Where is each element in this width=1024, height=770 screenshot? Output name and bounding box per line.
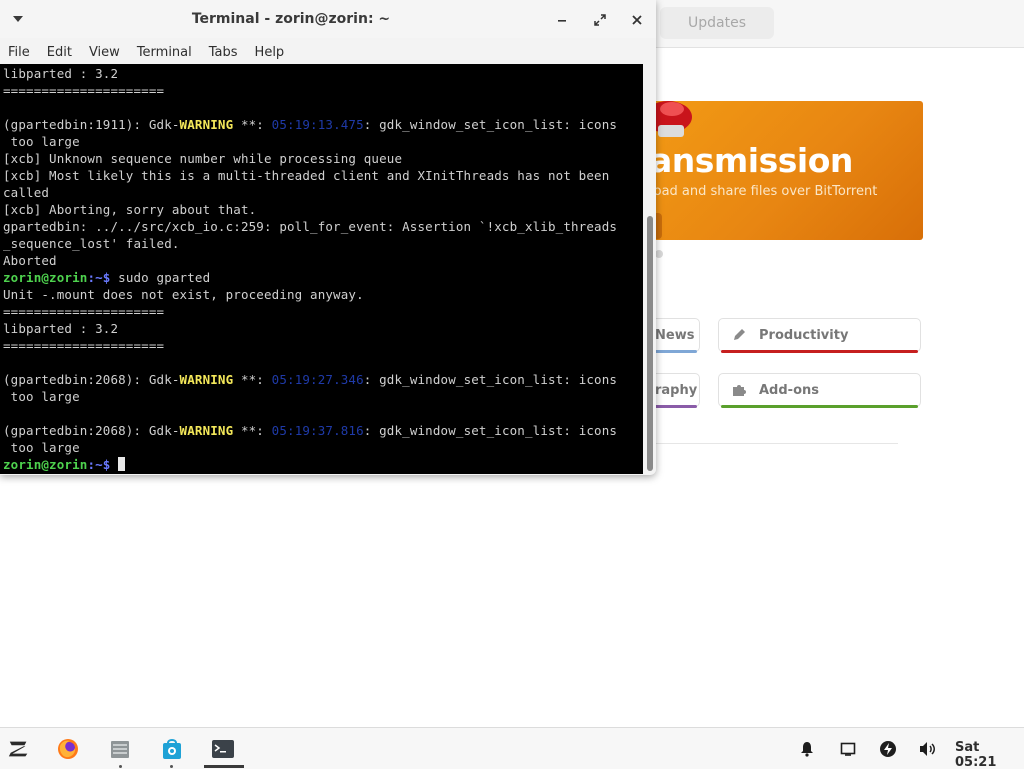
text-cursor xyxy=(118,457,126,471)
menubar: File Edit View Terminal Tabs Help xyxy=(0,40,656,64)
pencil-icon xyxy=(731,327,747,343)
clock[interactable]: Sat 05:21 xyxy=(955,740,1024,770)
menu-edit[interactable]: Edit xyxy=(47,45,72,60)
scrollbar[interactable] xyxy=(643,64,656,474)
zorin-menu-icon[interactable] xyxy=(7,737,31,761)
firefox-icon[interactable] xyxy=(56,737,80,761)
terminal-line: Aborted xyxy=(3,253,57,268)
featured-banner[interactable]: ansmission load and share files over Bit… xyxy=(650,101,923,240)
notification-bell-icon[interactable] xyxy=(797,739,817,759)
terminal-line: (gpartedbin:1911): Gdk- xyxy=(3,117,180,132)
terminal-line: : gdk_window_set_icon_list: icons xyxy=(363,117,618,132)
terminal-line: called xyxy=(3,185,50,200)
menu-help[interactable]: Help xyxy=(255,45,285,60)
banner-title: ansmission xyxy=(650,141,853,180)
minimize-button[interactable] xyxy=(552,10,572,30)
scroll-thumb[interactable] xyxy=(647,216,653,471)
terminal-line: (gpartedbin:2068): Gdk- xyxy=(3,423,180,438)
prompt-user: zorin@zorin xyxy=(3,457,88,472)
power-icon[interactable] xyxy=(878,739,898,759)
terminal-line: [xcb] Most likely this is a multi-thread… xyxy=(3,168,610,183)
volume-icon[interactable] xyxy=(918,739,938,759)
terminal-line: _sequence_lost' failed. xyxy=(3,236,180,251)
terminal-window[interactable]: Terminal - zorin@zorin: ~ File Edit View… xyxy=(0,0,656,475)
puzzle-icon xyxy=(731,382,747,398)
terminal-line: libparted : 3.2 xyxy=(3,321,119,336)
category-add-ons[interactable]: Add-ons xyxy=(718,373,921,408)
terminal-line: Unit -.mount does not exist, proceeding … xyxy=(3,287,364,302)
prompt-suffix: :~$ xyxy=(87,457,111,472)
timestamp: 05:19:13.475 xyxy=(271,117,364,132)
warning-label: WARNING xyxy=(179,117,234,132)
terminal-line: ===================== xyxy=(3,83,165,98)
timestamp: 05:19:37.816 xyxy=(271,423,364,438)
maximize-icon xyxy=(594,14,606,26)
menu-tabs[interactable]: Tabs xyxy=(209,45,238,60)
terminal-line: : gdk_window_set_icon_list: icons xyxy=(363,423,618,438)
terminal-line: **: xyxy=(233,423,272,438)
close-button[interactable] xyxy=(627,10,647,30)
transmission-logo-icon xyxy=(650,101,692,137)
window-title: Terminal - zorin@zorin: ~ xyxy=(191,11,391,27)
maximize-button[interactable] xyxy=(590,10,610,30)
tab-updates[interactable]: Updates xyxy=(660,7,774,39)
terminal-line: too large xyxy=(3,389,80,404)
carousel-dot[interactable] xyxy=(655,250,663,258)
category-label: News xyxy=(655,327,695,343)
category-label: Productivity xyxy=(759,327,849,343)
terminal-line: ===================== xyxy=(3,304,165,319)
terminal-line: libparted : 3.2 xyxy=(3,66,119,81)
banner-subtitle: load and share files over BitTorrent xyxy=(650,184,878,199)
minimize-icon xyxy=(558,20,566,22)
terminal-text: libparted : 3.2 ===================== (g… xyxy=(3,65,643,473)
display-icon[interactable] xyxy=(838,739,858,759)
category-underline xyxy=(721,350,918,353)
terminal-line: (gpartedbin:2068): Gdk- xyxy=(3,372,180,387)
terminal-output[interactable]: libparted : 3.2 ===================== (g… xyxy=(0,64,643,474)
close-icon xyxy=(632,15,642,25)
menu-view[interactable]: View xyxy=(89,45,120,60)
titlebar[interactable]: Terminal - zorin@zorin: ~ xyxy=(0,0,656,38)
terminal-line: **: xyxy=(233,372,272,387)
category-label: Add-ons xyxy=(759,382,819,398)
files-icon[interactable] xyxy=(108,737,132,761)
command: sudo gparted xyxy=(110,270,211,285)
terminal-line: [xcb] Unknown sequence number while proc… xyxy=(3,151,403,166)
taskbar: Sat 05:21 xyxy=(0,727,1024,770)
timestamp: 05:19:27.346 xyxy=(271,372,364,387)
terminal-line: [xcb] Aborting, sorry about that. xyxy=(3,202,257,217)
prompt-user: zorin@zorin xyxy=(3,270,88,285)
terminal-line: **: xyxy=(233,117,272,132)
category-productivity[interactable]: Productivity xyxy=(718,318,921,353)
terminal-line: too large xyxy=(3,134,80,149)
prompt-suffix: :~$ xyxy=(87,270,111,285)
category-label: raphy xyxy=(655,382,698,398)
terminal-icon[interactable] xyxy=(211,737,235,761)
terminal-line: gpartedbin: ../../src/xcb_io.c:259: poll… xyxy=(3,219,618,234)
warning-label: WARNING xyxy=(179,423,234,438)
category-underline xyxy=(721,405,918,408)
menu-terminal[interactable]: Terminal xyxy=(137,45,192,60)
terminal-line: too large xyxy=(3,440,80,455)
software-store-icon[interactable] xyxy=(160,737,184,761)
terminal-line: ===================== xyxy=(3,338,165,353)
terminal-line: : gdk_window_set_icon_list: icons xyxy=(363,372,618,387)
menu-file[interactable]: File xyxy=(8,45,30,60)
warning-label: WARNING xyxy=(179,372,234,387)
divider xyxy=(655,443,898,444)
